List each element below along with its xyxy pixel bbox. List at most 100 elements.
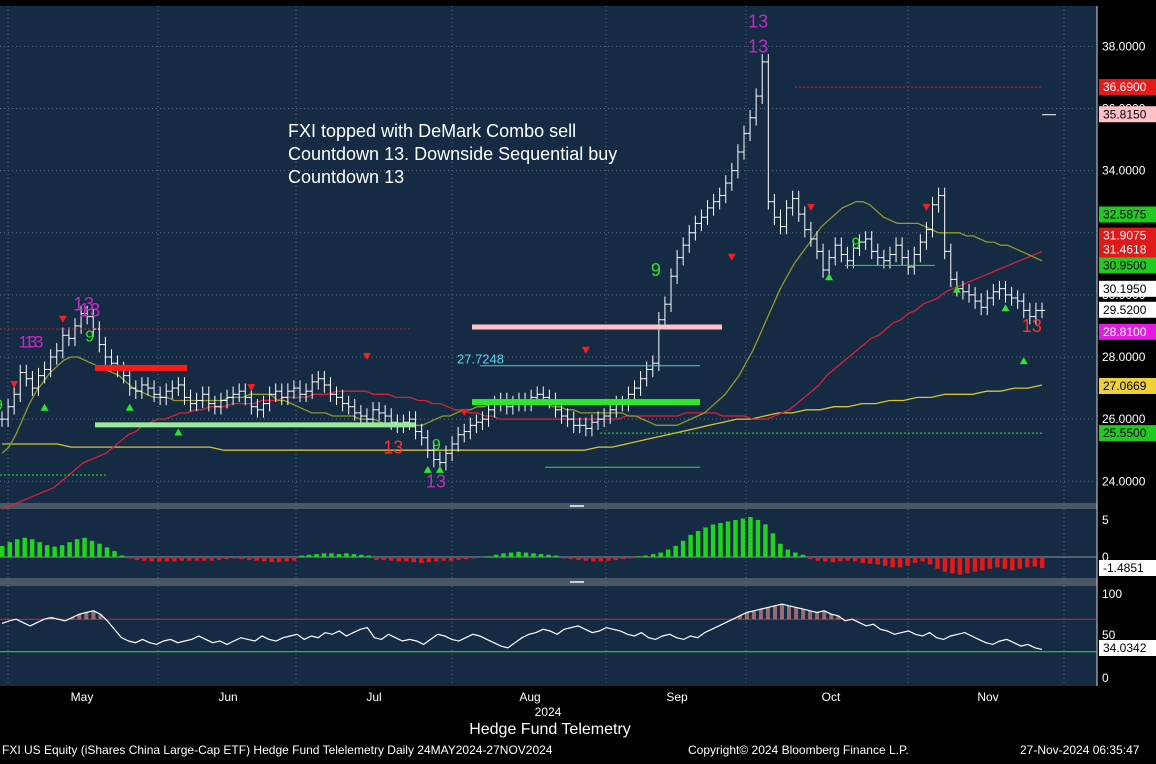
oscillator-bar (688, 534, 693, 557)
count-label: 13 (748, 12, 768, 32)
price-tag-label: 25.5500 (1103, 426, 1147, 440)
oscillator-bar (359, 554, 364, 557)
oscillator-bar (89, 540, 95, 557)
panel-resize-grip (570, 581, 584, 583)
footer-copyright: Copyright© 2024 Bloomberg Finance L.P. (688, 743, 909, 757)
oscillator-bar (516, 551, 521, 557)
resistance-band (472, 324, 722, 330)
oscillator-bar (321, 553, 327, 557)
oscillator-bar (965, 557, 970, 574)
oscillator-bar (643, 555, 648, 557)
rsi-value-label: 34.0342 (1103, 641, 1147, 655)
oscillator-bar (957, 557, 963, 575)
oscillator-bar (995, 557, 1000, 568)
oscillator-bar (291, 557, 297, 561)
oscillator-bar (1040, 557, 1045, 569)
count-label: 9 (651, 260, 661, 280)
oscillator-bar (486, 556, 491, 558)
oscillator-bar (920, 557, 925, 562)
oscillator-bar (501, 553, 506, 557)
oscillator-bar (763, 524, 768, 557)
chart-canvas: 24.000026.000028.000030.000032.000034.00… (0, 0, 1156, 759)
oscillator-bar (673, 545, 678, 557)
oscillator-bar (164, 557, 170, 562)
oscillator-bar (1010, 557, 1015, 571)
oscillator-bar (157, 557, 162, 562)
oscillator-bar (635, 556, 641, 558)
rsi-tick-label: 0 (1102, 671, 1109, 685)
oscillator-bar (508, 552, 514, 557)
oscillator-bar (576, 557, 581, 560)
oscillator-bar (650, 554, 656, 557)
oscillator-bar (306, 554, 312, 557)
oscillator-bar (194, 557, 200, 561)
x-month-label: Jun (218, 690, 237, 704)
oscillator-bar (733, 520, 738, 557)
count-label: 9 (852, 235, 861, 252)
oscillator-bar (22, 537, 27, 557)
oscillator-bar (231, 557, 237, 559)
oscillator-bar (179, 557, 185, 561)
rsi-tick-label: 100 (1102, 587, 1122, 601)
oscillator-bar (336, 554, 342, 557)
oscillator-bar (987, 557, 993, 569)
count-label: 13 (383, 437, 403, 457)
oscillator-bar (29, 539, 35, 557)
count-label: 13 (79, 301, 100, 322)
oscillator-bar (793, 552, 798, 557)
oscillator-bar (800, 554, 806, 557)
rsi-tick-label: 50 (1102, 628, 1116, 642)
oscillator-bar (852, 557, 858, 562)
price-panel-background (0, 6, 1097, 503)
footer-bar: FXI US Equity (iShares China Large-Cap E… (0, 742, 1156, 759)
footer-timestamp: 27-Nov-2024 06:35:47 (1020, 743, 1140, 757)
oscillator-bar (269, 557, 274, 563)
oscillator-bar (890, 557, 895, 568)
support-band (472, 399, 700, 406)
oscillator-bar (224, 557, 229, 560)
oscillator-bar (598, 557, 604, 562)
chart-annotation: FXI topped with DeMark Combo sell Countd… (288, 121, 618, 187)
oscillator-bar (980, 557, 985, 571)
oscillator-bar (493, 554, 499, 557)
x-month-label: Aug (519, 690, 540, 704)
oscillator-tick-label: 5 (1102, 513, 1109, 527)
oscillator-bar (261, 557, 267, 562)
x-month-label: Sep (666, 690, 688, 704)
oscillator-bar (433, 557, 439, 562)
oscillator-bar (426, 557, 431, 563)
support-band (95, 422, 415, 428)
oscillator-bar (740, 518, 746, 557)
oscillator-bar (471, 557, 476, 559)
oscillator-bar (254, 557, 259, 561)
oscillator-bar (942, 557, 948, 572)
x-year-label: 2024 (535, 705, 562, 719)
panel-divider (0, 578, 1097, 586)
x-month-label: Jul (366, 690, 381, 704)
oscillator-bar (1032, 557, 1038, 567)
oscillator-bar (314, 554, 319, 557)
oscillator-bar (441, 557, 446, 561)
oscillator-bar (74, 539, 80, 557)
price-tick-label: 28.0000 (1102, 350, 1146, 364)
oscillator-bar (830, 557, 836, 563)
level-label: 27.7248 (457, 352, 504, 367)
price-tag-label: 27.0669 (1103, 379, 1147, 393)
count-label: 13 (426, 471, 446, 491)
oscillator-bar (142, 557, 147, 561)
oscillator-bar (695, 531, 701, 557)
price-tick-label: 34.0000 (1102, 164, 1146, 178)
oscillator-bar (344, 553, 349, 557)
oscillator-bar (718, 522, 723, 557)
rsi-panel-background (0, 586, 1097, 686)
oscillator-bar (815, 557, 821, 561)
chart-title: Hedge Fund Telemetry (469, 721, 631, 738)
oscillator-bar (418, 557, 424, 563)
oscillator-bar (37, 542, 42, 557)
oscillator-bar (366, 555, 372, 557)
oscillator-bar (1017, 557, 1023, 569)
oscillator-bar (845, 557, 850, 561)
oscillator-bar (44, 545, 50, 557)
oscillator-bar (546, 554, 551, 557)
x-month-label: Oct (822, 690, 841, 704)
